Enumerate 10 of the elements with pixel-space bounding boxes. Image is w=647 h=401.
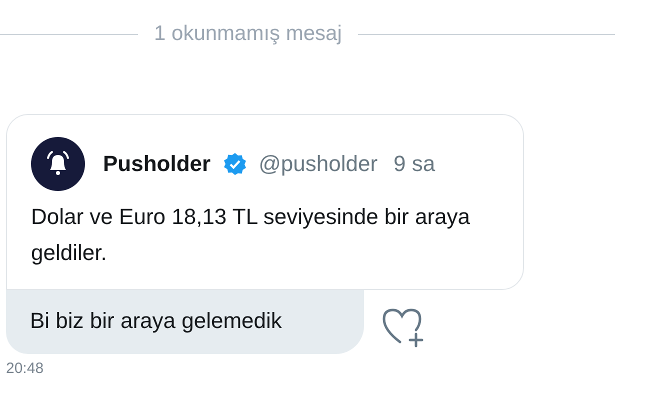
tweet-text: Dolar ve Euro 18,13 TL seviyesinde bir araya geldiler. <box>31 203 472 267</box>
account-name: Pusholder <box>103 151 211 177</box>
tweet-time: 9 sa <box>394 151 436 177</box>
account-handle: @pusholder <box>258 151 378 177</box>
bell-avatar-icon <box>31 137 85 191</box>
unread-divider-label: 1 okunmamış mesaj <box>154 22 342 46</box>
message-time: 20:48 <box>6 360 45 377</box>
message-bubble: Bi biz bir araya gelemedik <box>6 290 364 354</box>
heart-plus-icon[interactable] <box>380 306 426 348</box>
quoted-tweet-card[interactable]: Pusholder @pusholder 9 sa Dolar ve Euro 18,13 TL seviyesinde bir araya geldiler. <box>6 114 524 290</box>
